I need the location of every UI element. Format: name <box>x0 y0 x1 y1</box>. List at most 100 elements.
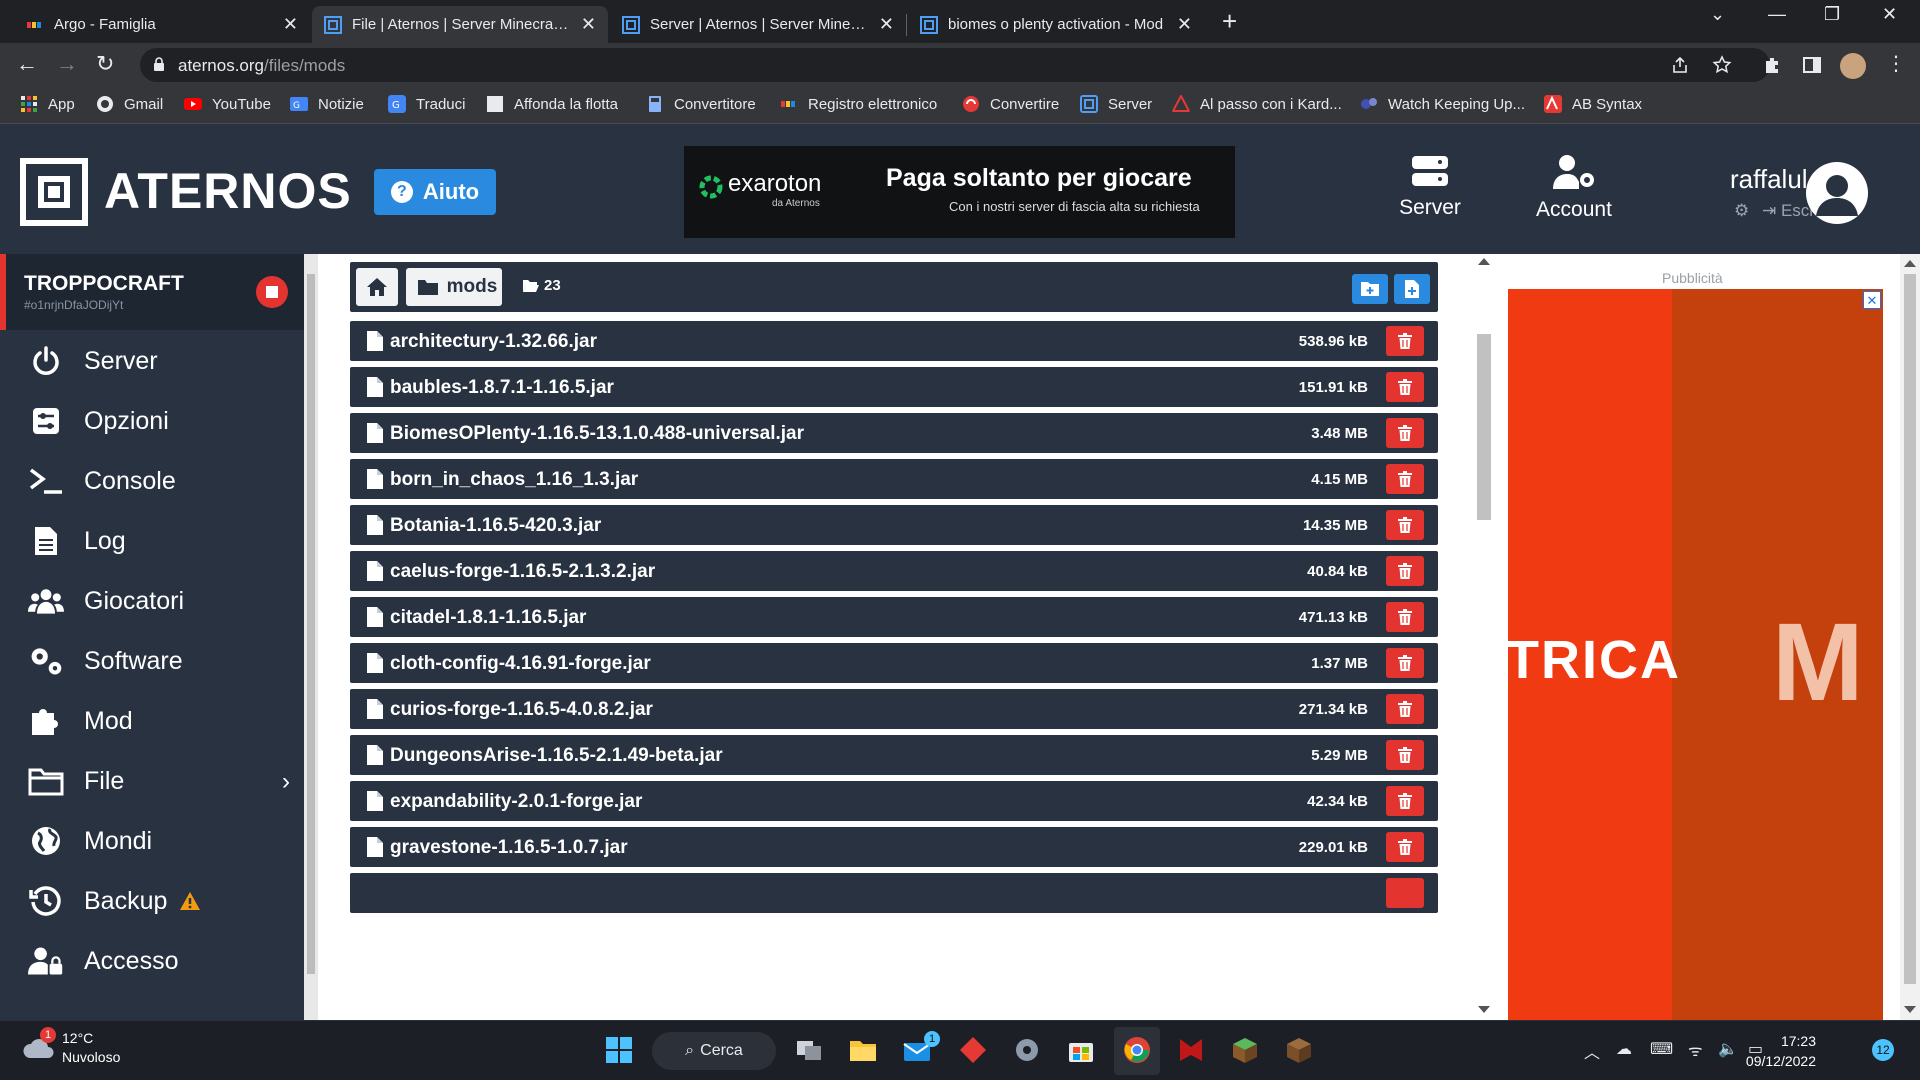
sidebar-item-file[interactable]: File › <box>0 756 304 806</box>
minecraft-grass-icon[interactable] <box>1230 1035 1260 1065</box>
file-name[interactable]: curios-forge-1.16.5-4.0.8.2.jar <box>390 699 653 721</box>
star-icon[interactable] <box>1712 55 1732 75</box>
menu-dots-icon[interactable]: ⋮ <box>1886 51 1906 77</box>
extensions-icon[interactable] <box>1762 55 1782 75</box>
red-diamond-app-icon[interactable] <box>958 1035 988 1065</box>
file-row[interactable]: caelus-forge-1.16.5-2.1.3.2.jar 40.84 kB <box>350 551 1438 591</box>
task-view-icon[interactable] <box>794 1035 824 1065</box>
address-bar[interactable]: aternos.org/files/mods <box>140 48 1770 82</box>
sidebar-item-server[interactable]: Server <box>0 336 304 386</box>
tray-chevron-up-icon[interactable]: ︿ <box>1584 1039 1600 1063</box>
bookmark-traduci[interactable]: G Traduci <box>388 95 465 113</box>
file-row[interactable]: DungeonsArise-1.16.5-2.1.49-beta.jar 5.29… <box>350 735 1438 775</box>
file-name[interactable]: expandability-2.0.1-forge.jar <box>390 791 642 813</box>
sidebar-scrollbar-thumb[interactable] <box>307 274 315 974</box>
side-panel-icon[interactable] <box>1802 55 1822 75</box>
delete-file-button[interactable] <box>1386 786 1424 816</box>
share-icon[interactable] <box>1670 55 1690 75</box>
sidebar-item-software[interactable]: Software <box>0 636 304 686</box>
settings-gear-icon[interactable]: ⚙ <box>1734 201 1749 220</box>
delete-file-button[interactable] <box>1386 878 1424 908</box>
bookmark-convertire[interactable]: Convertire <box>962 95 1059 113</box>
bookmark-notizie[interactable]: G Notizie <box>290 95 364 113</box>
delete-file-button[interactable] <box>1386 418 1424 448</box>
delete-file-button[interactable] <box>1386 464 1424 494</box>
store-icon[interactable] <box>1066 1035 1096 1065</box>
wifi-icon[interactable]: ᯤ <box>1688 1039 1703 1061</box>
minecraft-launcher-icon[interactable] <box>1284 1035 1314 1065</box>
forward-icon[interactable]: → <box>56 51 78 77</box>
back-icon[interactable]: ← <box>16 51 38 77</box>
sidebar-item-backup[interactable]: Backup <box>0 876 304 926</box>
aternos-logo-icon[interactable] <box>20 158 88 226</box>
new-folder-button[interactable] <box>1352 274 1388 304</box>
notification-badge[interactable]: 12 <box>1872 1039 1894 1061</box>
bookmark-gmail[interactable]: Gmail <box>96 95 163 113</box>
bookmark-registro[interactable]: Registro elettronico <box>780 95 937 113</box>
weather-widget[interactable]: 1 12°C Nuvoloso <box>22 1027 120 1067</box>
bookmark-youtube[interactable]: YouTube <box>184 95 271 113</box>
keyboard-icon[interactable]: ⌨ <box>1650 1039 1673 1059</box>
sidebar-item-accesso[interactable]: Accesso <box>0 936 304 986</box>
settings-icon[interactable] <box>1012 1035 1042 1065</box>
delete-file-button[interactable] <box>1386 556 1424 586</box>
bookmark-server[interactable]: Server <box>1080 95 1152 113</box>
scroll-down-icon[interactable] <box>1478 1006 1490 1013</box>
page-scrollbar-thumb[interactable] <box>1904 274 1916 984</box>
delete-file-button[interactable] <box>1386 740 1424 770</box>
tab-search-chevron-icon[interactable]: ⌄ <box>1710 4 1725 25</box>
ad-close-icon[interactable]: ✕ <box>1863 291 1881 309</box>
delete-file-button[interactable] <box>1386 372 1424 402</box>
file-name[interactable]: Botania-1.16.5-420.3.jar <box>390 515 601 537</box>
breadcrumb-folder-mods[interactable]: mods <box>406 268 502 306</box>
bookmark-app[interactable]: App <box>20 95 75 113</box>
taskbar-search[interactable]: ⌕ Cerca <box>652 1032 776 1070</box>
file-row[interactable]: citadel-1.8.1-1.16.5.jar 471.13 kB <box>350 597 1438 637</box>
help-button[interactable]: ? Aiuto <box>374 169 496 215</box>
onedrive-cloud-icon[interactable]: ☁ <box>1616 1039 1632 1059</box>
file-name[interactable]: architectury-1.32.66.jar <box>390 331 597 353</box>
minimize-icon[interactable]: — <box>1768 4 1786 25</box>
new-file-button[interactable] <box>1394 274 1430 304</box>
file-row[interactable]: baubles-1.8.7.1-1.16.5.jar 151.91 kB <box>350 367 1438 407</box>
close-icon[interactable]: ✕ <box>1177 14 1192 35</box>
file-name[interactable]: gravestone-1.16.5-1.0.7.jar <box>390 837 628 859</box>
tab-server[interactable]: Server | Aternos | Server Minecraf ✕ <box>610 6 906 43</box>
scroll-down-icon[interactable] <box>1904 1006 1916 1013</box>
file-list-scrollbar[interactable] <box>1474 254 1494 1020</box>
file-row[interactable]: born_in_chaos_1.16_1.3.jar 4.15 MB <box>350 459 1438 499</box>
file-name[interactable]: caelus-forge-1.16.5-2.1.3.2.jar <box>390 561 655 583</box>
bookmark-affonda[interactable]: Affonda la flotta <box>486 95 618 113</box>
sidebar-scrollbar[interactable] <box>304 254 318 1020</box>
new-tab-button[interactable]: + <box>1222 8 1237 34</box>
reload-icon[interactable]: ↻ <box>96 51 114 77</box>
file-name[interactable]: cloth-config-4.16.91-forge.jar <box>390 653 651 675</box>
sidebar-item-mondi[interactable]: Mondi <box>0 816 304 866</box>
delete-file-button[interactable] <box>1386 832 1424 862</box>
mcafee-icon[interactable] <box>1176 1035 1206 1065</box>
restore-icon[interactable]: ❐ <box>1824 4 1840 25</box>
header-nav-account[interactable]: Account <box>1530 154 1618 222</box>
file-row[interactable]: Botania-1.16.5-420.3.jar 14.35 MB <box>350 505 1438 545</box>
file-row[interactable]: cloth-config-4.16.91-forge.jar 1.37 MB <box>350 643 1438 683</box>
file-row-partial[interactable] <box>350 873 1438 913</box>
delete-file-button[interactable] <box>1386 648 1424 678</box>
delete-file-button[interactable] <box>1386 694 1424 724</box>
file-explorer-icon[interactable] <box>848 1035 878 1065</box>
delete-file-button[interactable] <box>1386 326 1424 356</box>
home-button[interactable] <box>356 268 398 306</box>
page-scrollbar[interactable] <box>1900 254 1920 1020</box>
bookmark-absyntax[interactable]: AB Syntax <box>1544 95 1642 113</box>
file-name[interactable]: DungeonsArise-1.16.5-2.1.49-beta.jar <box>390 745 723 767</box>
file-name[interactable]: born_in_chaos_1.16_1.3.jar <box>390 469 638 491</box>
bookmark-convertitore[interactable]: Convertitore <box>646 95 756 113</box>
file-row[interactable]: gravestone-1.16.5-1.0.7.jar 229.01 kB <box>350 827 1438 867</box>
tab-argo[interactable]: Argo - Famiglia ✕ <box>14 6 310 43</box>
bookmark-kard[interactable]: Al passo con i Kard... <box>1172 95 1342 113</box>
stop-server-button[interactable] <box>256 276 288 308</box>
exaroton-promo-banner[interactable]: exaroton da Aternos Paga soltanto per gi… <box>684 146 1235 238</box>
profile-avatar[interactable] <box>1840 53 1866 79</box>
file-row[interactable]: curios-forge-1.16.5-4.0.8.2.jar 271.34 kB <box>350 689 1438 729</box>
site-logo-text[interactable]: ATERNOS <box>104 162 352 220</box>
scroll-up-icon[interactable] <box>1904 260 1916 267</box>
